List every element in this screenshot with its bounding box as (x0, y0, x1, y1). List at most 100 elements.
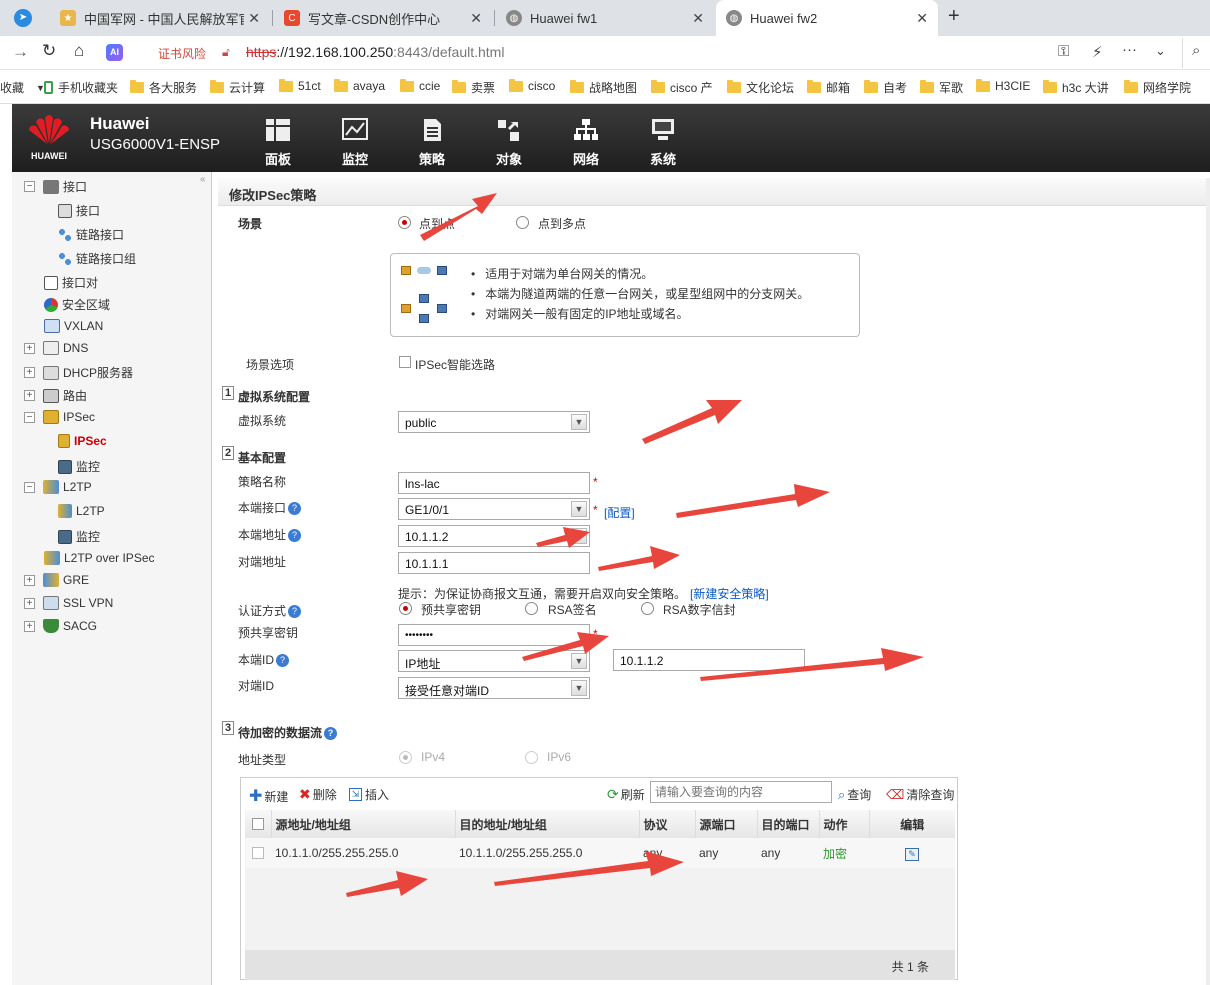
sidebar-item-routing[interactable]: + 路由 (24, 387, 87, 404)
bookmark-item[interactable]: 手机收藏夹 (44, 79, 118, 96)
help-icon[interactable]: ? (288, 529, 302, 543)
sidebar-item-ipsec[interactable]: IPSec (58, 434, 107, 448)
query-button[interactable]: ⌕ 查询 (838, 786, 871, 803)
sidebar-item-ipsec-group[interactable]: − IPSec (24, 410, 95, 424)
bookmark-item[interactable]: 邮箱 (807, 79, 850, 96)
auth-psk-radio[interactable] (399, 602, 412, 615)
bookmark-item[interactable]: 军歌 (920, 79, 963, 96)
close-icon[interactable]: ✕ (916, 10, 928, 27)
column-header[interactable]: 协议 (639, 810, 696, 838)
sidebar-item-gre[interactable]: + GRE (24, 573, 89, 587)
nav-dashboard[interactable]: 面板 (248, 118, 308, 168)
more-icon[interactable]: ··· (1122, 41, 1137, 58)
psk-input[interactable]: •••••••• (398, 624, 590, 646)
config-link[interactable]: [配置] (604, 504, 635, 521)
chevron-down-icon[interactable]: ⌄ (1155, 43, 1166, 59)
column-header[interactable]: 编辑 (869, 810, 955, 838)
new-button[interactable]: ✚ 新建 (249, 786, 288, 806)
scenario-p2p-radio[interactable] (398, 216, 411, 229)
cert-warning[interactable]: 证书风险 (158, 45, 206, 62)
close-icon[interactable]: ✕ (692, 10, 704, 27)
help-icon[interactable]: ? (324, 727, 338, 741)
sidebar-item-dns[interactable]: + DNS (24, 341, 88, 355)
bookmark-item[interactable]: 战略地图 (570, 79, 637, 96)
new-security-policy-link[interactable]: [新建安全策略] (690, 587, 769, 601)
ipv4-label[interactable]: IPv4 (421, 750, 445, 764)
smart-route-checkbox[interactable] (399, 356, 411, 368)
local-address-combo[interactable]: 10.1.1.2 ▼ (398, 525, 590, 547)
close-icon[interactable]: ✕ (248, 10, 260, 27)
scenario-p2mp-label[interactable]: 点到多点 (538, 215, 586, 232)
bookmark-item[interactable]: 收藏 ▼ (0, 79, 45, 96)
bookmark-item[interactable]: 卖票 (452, 79, 495, 96)
bookmark-item[interactable]: h3c 大讲 (1043, 79, 1109, 96)
column-header[interactable]: 动作 (819, 810, 870, 838)
forward-icon[interactable]: → (12, 42, 29, 62)
chevron-down-icon[interactable]: ▼ (571, 653, 587, 669)
help-icon[interactable]: ? (288, 502, 302, 516)
ipv4-radio[interactable] (399, 751, 412, 764)
sidebar-item-link-interface-group[interactable]: 链路接口组 (58, 250, 136, 267)
bookmark-item[interactable]: ccie (400, 78, 440, 93)
column-header[interactable]: 源端口 (695, 810, 758, 838)
vsys-select[interactable]: public ▼ (398, 411, 590, 433)
sidebar-item-ipsec-monitor[interactable]: 监控 (58, 458, 100, 475)
sidebar-item-ssl-vpn[interactable]: + SSL VPN (24, 596, 113, 610)
collapse-icon[interactable]: − (24, 181, 35, 192)
url-text[interactable]: https://192.168.100.250:8443/default.htm… (246, 44, 504, 60)
home-icon[interactable]: ⌂ (74, 41, 84, 61)
column-header[interactable]: 目的地址/地址组 (455, 810, 640, 838)
expand-icon[interactable]: + (24, 342, 35, 354)
sidebar-item-vxlan[interactable]: VXLAN (44, 319, 103, 333)
collapse-icon[interactable]: − (24, 481, 35, 493)
search-input[interactable] (650, 781, 832, 803)
clear-query-button[interactable]: ⌫ 清除查询 (886, 786, 954, 803)
sidebar-item-l2tp-monitor[interactable]: 监控 (58, 528, 100, 545)
peer-id-select[interactable]: 接受任意对端ID ▼ (398, 677, 590, 699)
auth-rsa-env-radio[interactable] (641, 602, 654, 615)
collapse-icon[interactable]: − (24, 411, 35, 423)
policy-name-input[interactable]: lns-lac (398, 472, 590, 494)
select-all-checkbox[interactable] (251, 818, 264, 830)
browser-tab-1[interactable]: C 写文章-CSDN创作中心 ✕ (274, 0, 492, 36)
telegram-icon[interactable]: ➤ (14, 9, 32, 27)
bookmark-item[interactable]: 51ct (279, 78, 321, 93)
peer-address-input[interactable]: 10.1.1.1 (398, 552, 590, 574)
ipv6-radio[interactable] (525, 751, 538, 764)
ai-icon[interactable]: AI (106, 44, 123, 61)
search-icon[interactable]: ⌕ (1192, 42, 1200, 59)
auth-rsa-env-label[interactable]: RSA数字信封 (663, 601, 736, 618)
local-interface-select[interactable]: GE1/0/1 ▼ (398, 498, 590, 520)
sidebar-item-l2tp-group[interactable]: − L2TP (24, 480, 92, 494)
browser-tab-3[interactable]: ◍ Huawei fw2 ✕ (716, 0, 938, 36)
chevron-down-icon[interactable]: ▼ (571, 528, 587, 544)
expand-icon[interactable]: + (24, 597, 35, 609)
auth-rsa-sig-radio[interactable] (525, 602, 538, 615)
bookmark-item[interactable]: 各大服务 (130, 79, 197, 96)
nav-system[interactable]: 系统 (633, 118, 693, 168)
ipv6-label[interactable]: IPv6 (547, 750, 571, 764)
bookmark-item[interactable]: H3CIE (976, 78, 1030, 93)
sidebar-item-link-interface[interactable]: 链路接口 (58, 226, 124, 243)
bookmark-item[interactable]: cisco (509, 78, 555, 93)
nav-policy[interactable]: 策略 (402, 118, 462, 168)
close-icon[interactable]: ✕ (470, 10, 482, 27)
nav-network[interactable]: 网络 (556, 118, 616, 168)
expand-icon[interactable]: + (24, 574, 35, 586)
sidebar-item-l2tp[interactable]: L2TP (58, 504, 105, 518)
scenario-p2p-label[interactable]: 点到点 (419, 215, 455, 232)
table-row[interactable]: 10.1.1.0/255.255.255.0 10.1.1.0/255.255.… (245, 838, 955, 868)
edit-icon[interactable]: ✎ (905, 847, 919, 861)
scenario-p2mp-radio[interactable] (516, 216, 529, 229)
sidebar-item-interface-group[interactable]: − 接口 (24, 178, 87, 195)
sidebar-item-sacg[interactable]: + SACG (24, 619, 97, 633)
smart-route-label[interactable]: IPSec智能选路 (415, 356, 495, 373)
nav-monitor[interactable]: 监控 (325, 118, 385, 168)
insecure-lock-icon[interactable]: 🔓︎ (222, 45, 230, 60)
nav-object[interactable]: 对象 (479, 118, 539, 168)
browser-tab-0[interactable]: ★ 中国军网 - 中国人民解放军官方 ✕ (50, 0, 270, 36)
row-checkbox[interactable] (252, 847, 264, 859)
bookmark-item[interactable]: 自考 (864, 79, 907, 96)
browser-tab-2[interactable]: ◍ Huawei fw1 ✕ (496, 0, 714, 36)
expand-icon[interactable]: + (24, 620, 35, 632)
